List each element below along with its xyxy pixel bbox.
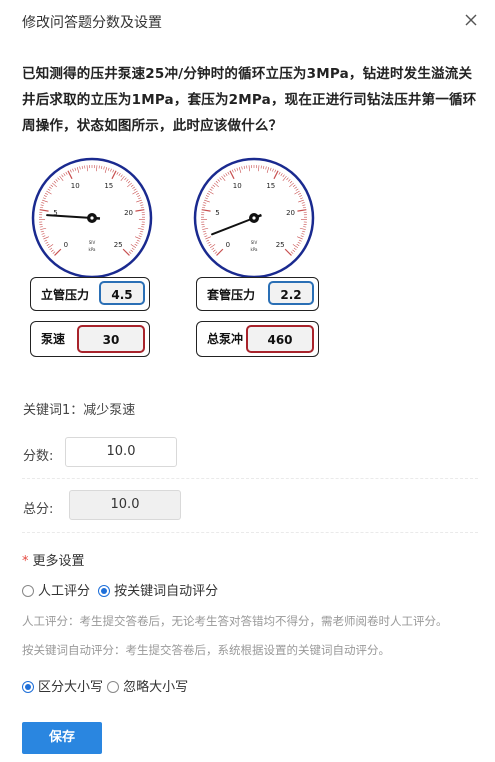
dialog-header: 修改问答题分数及设置	[0, 0, 495, 44]
casing-pressure-label: 套管压力	[207, 288, 256, 302]
case-insensitive-radio[interactable]: 忽略大小写	[107, 680, 188, 695]
manual-score-radio[interactable]: 人工评分	[22, 584, 94, 599]
pump-rate-value: 30	[77, 325, 145, 353]
case-sensitive-label: 区分大小写	[38, 680, 104, 695]
required-marker: *	[22, 554, 29, 569]
casing-pressure-value: 2.2	[268, 281, 314, 305]
case-mode-group: 区分大小写 忽略大小写	[22, 676, 188, 695]
gauge-tick-label: 10	[233, 182, 242, 190]
gauge-tick-label: 10	[71, 182, 80, 190]
gauge-hub-center	[90, 216, 94, 220]
dialog-title: 修改问答题分数及设置	[22, 15, 162, 31]
divider	[22, 532, 478, 533]
total-score-input: 10.0	[69, 490, 181, 520]
total-strokes-value: 460	[246, 325, 314, 353]
keyword-row: 关键词1：减少泵速	[23, 399, 135, 418]
gauge-tick-label: 0	[64, 241, 68, 249]
gauge-tick-label: 20	[124, 209, 133, 217]
auto-score-radio[interactable]: 按关键词自动评分	[98, 584, 218, 599]
total-score-label: 总分:	[23, 502, 54, 517]
manual-score-label: 人工评分	[38, 584, 91, 599]
radio-icon[interactable]	[22, 585, 34, 597]
standpipe-pressure-panel: 立管压力 4.5	[30, 277, 150, 311]
radio-icon[interactable]	[107, 681, 120, 693]
gauge-tick-label: 25	[114, 241, 123, 249]
total-strokes-panel: 总泵冲 460	[196, 321, 319, 357]
divider	[22, 478, 478, 479]
gauge-tick-label: 0	[226, 241, 230, 249]
more-settings-title: * 更多设置	[22, 550, 85, 569]
radio-selected-icon[interactable]	[98, 585, 111, 597]
score-label: 分数:	[23, 449, 54, 464]
question-text: 已知测得的压井泵速25冲/分钟时的循环立压为3MPa，钻进时发生溢流关井后求取的…	[22, 66, 477, 134]
radio-selected-icon[interactable]	[22, 681, 34, 693]
gauge-hub-center	[252, 216, 256, 220]
gauge-tick-label: 15	[104, 182, 113, 190]
keyword-label: 关键词1：	[23, 403, 84, 418]
scoring-mode-group: 人工评分 按关键词自动评分	[22, 580, 218, 599]
close-icon[interactable]	[461, 10, 481, 30]
standpipe-pressure-value: 4.5	[99, 281, 145, 305]
gauge-tick-label: 5	[215, 209, 219, 217]
question-figure: 0 5 10 15 20 25 SIV kPa 0 5 10 15 20 25 SIV kPa 立管压力 4…	[24, 150, 324, 365]
case-sensitive-radio[interactable]: 区分大小写	[22, 680, 107, 695]
manual-score-hint: 人工评分：考生提交答卷后，无论考生答对答错均不得分，需老师阅卷时人工评分。	[22, 614, 448, 628]
save-button[interactable]: 保存	[22, 722, 102, 754]
gauge-unit: kPa	[89, 247, 97, 252]
auto-score-hint: 按关键词自动评分：考生提交答卷后，系统根据设置的关键词自动评分。	[22, 643, 390, 657]
casing-pressure-panel: 套管压力 2.2	[196, 277, 319, 311]
pump-rate-label: 泵速	[41, 332, 66, 346]
standpipe-pressure-label: 立管压力	[41, 288, 90, 302]
standpipe-gauge: 0510 152025SIVkPa	[31, 157, 153, 279]
score-input[interactable]: 10.0	[65, 437, 177, 467]
more-settings-label: 更多设置	[32, 554, 85, 569]
gauge-tick-label: 20	[286, 209, 295, 217]
auto-score-label: 按关键词自动评分	[114, 584, 219, 599]
gauge-unit-top: SIV	[251, 240, 258, 245]
gauge-unit: kPa	[251, 247, 259, 252]
keyword-value: 减少泵速	[83, 403, 136, 418]
gauge-unit-top: SIV	[89, 240, 96, 245]
case-insensitive-label: 忽略大小写	[123, 680, 189, 695]
total-strokes-label: 总泵冲	[207, 332, 244, 346]
gauge-tick-label: 25	[276, 241, 285, 249]
casing-gauge: 0 5 10 15 20 25 SIV kPa	[193, 157, 315, 279]
gauge-tick-label: 15	[266, 182, 275, 190]
pump-rate-panel: 泵速 30	[30, 321, 150, 357]
